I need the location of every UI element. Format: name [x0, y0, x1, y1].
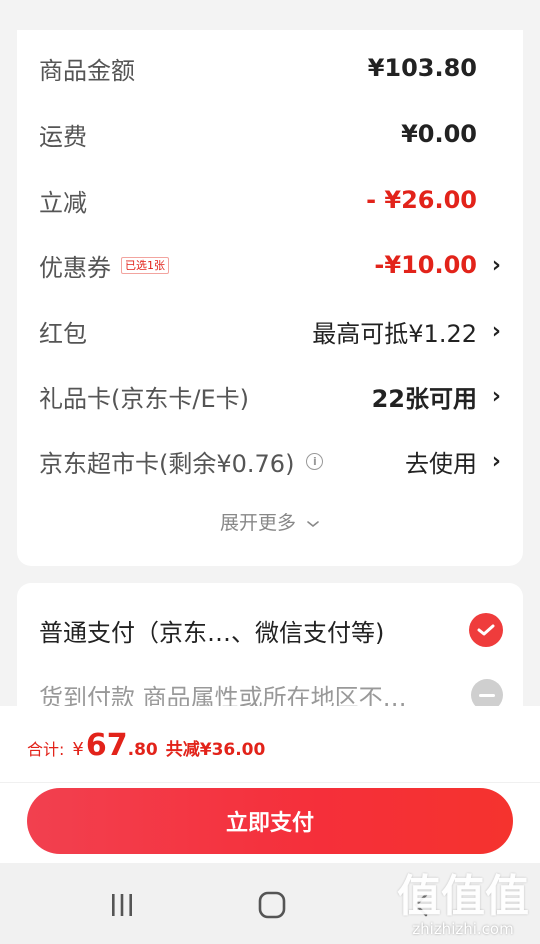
- red-packet-value: 最高可抵¥1.22: [312, 319, 477, 348]
- coupon-value: -¥10.00: [374, 251, 477, 279]
- supermarket-card-row[interactable]: 京东超市卡(剩余¥0.76) i 去使用 ›: [39, 441, 501, 481]
- coupon-row[interactable]: 优惠券 已选1张 -¥10.00 ›: [39, 245, 501, 285]
- chevron-down-icon: [307, 520, 319, 527]
- shipping-row: 运费 ¥0.00: [39, 114, 501, 154]
- supermarket-card-value: 去使用: [405, 449, 477, 478]
- red-packet-row[interactable]: 红包 最高可抵¥1.22 ›: [39, 311, 501, 351]
- gift-card-row[interactable]: 礼品卡(京东卡/E卡) 22张可用 ›: [39, 376, 501, 416]
- supermarket-card-label: 京东超市卡(剩余¥0.76): [39, 449, 295, 478]
- order-summary-card: 商品金额 ¥103.80 运费 ¥0.00 立减 - ¥26.00 优惠券 已选…: [17, 30, 523, 566]
- expand-more-button[interactable]: 展开更多: [17, 508, 523, 535]
- watermark-logo: 值值值 zhizhizhi.com: [396, 860, 530, 944]
- gift-card-value: 22张可用: [371, 384, 477, 413]
- payment-method-normal[interactable]: 普通支付（京东…、微信支付等): [39, 608, 503, 652]
- goods-amount-label: 商品金额: [39, 56, 135, 85]
- goods-amount-row: 商品金额 ¥103.80: [39, 48, 501, 88]
- instant-discount-value: - ¥26.00: [366, 186, 477, 214]
- info-icon[interactable]: i: [306, 452, 324, 470]
- divider: [0, 782, 540, 783]
- total-integer: 67: [85, 728, 128, 763]
- chevron-right-icon[interactable]: ›: [481, 449, 501, 474]
- goods-amount-value: ¥103.80: [367, 54, 477, 82]
- chevron-right-icon[interactable]: ›: [481, 384, 501, 409]
- coupon-selected-badge: 已选1张: [121, 256, 169, 274]
- instant-discount-label: 立减: [39, 188, 87, 217]
- recent-apps-icon[interactable]: [100, 885, 144, 925]
- checkout-bar: 合计: ¥ 67 .80 共减¥36.00 立即支付: [0, 706, 540, 863]
- red-packet-label: 红包: [39, 319, 87, 348]
- shipping-value: ¥0.00: [401, 120, 477, 148]
- home-icon[interactable]: [250, 885, 294, 925]
- pay-now-button[interactable]: 立即支付: [27, 788, 513, 854]
- coupon-label: 优惠券: [39, 253, 111, 282]
- expand-more-label: 展开更多: [219, 512, 296, 534]
- total-currency: ¥: [72, 739, 84, 760]
- total-discount: 共减¥36.00: [165, 740, 266, 760]
- instant-discount-row: 立减 - ¥26.00: [39, 180, 501, 220]
- total-label: 合计:: [27, 740, 65, 759]
- shipping-label: 运费: [39, 122, 87, 151]
- check-icon[interactable]: [469, 613, 503, 647]
- chevron-right-icon[interactable]: ›: [481, 253, 501, 278]
- chevron-right-icon[interactable]: ›: [481, 319, 501, 344]
- payment-method-normal-label: 普通支付（京东…、微信支付等): [39, 618, 385, 647]
- total-decimal: .80: [127, 740, 158, 760]
- gift-card-label: 礼品卡(京东卡/E卡): [39, 384, 249, 413]
- watermark-chars: 值值值: [397, 871, 529, 922]
- total-line: 合计: ¥ 67 .80 共减¥36.00: [27, 728, 265, 768]
